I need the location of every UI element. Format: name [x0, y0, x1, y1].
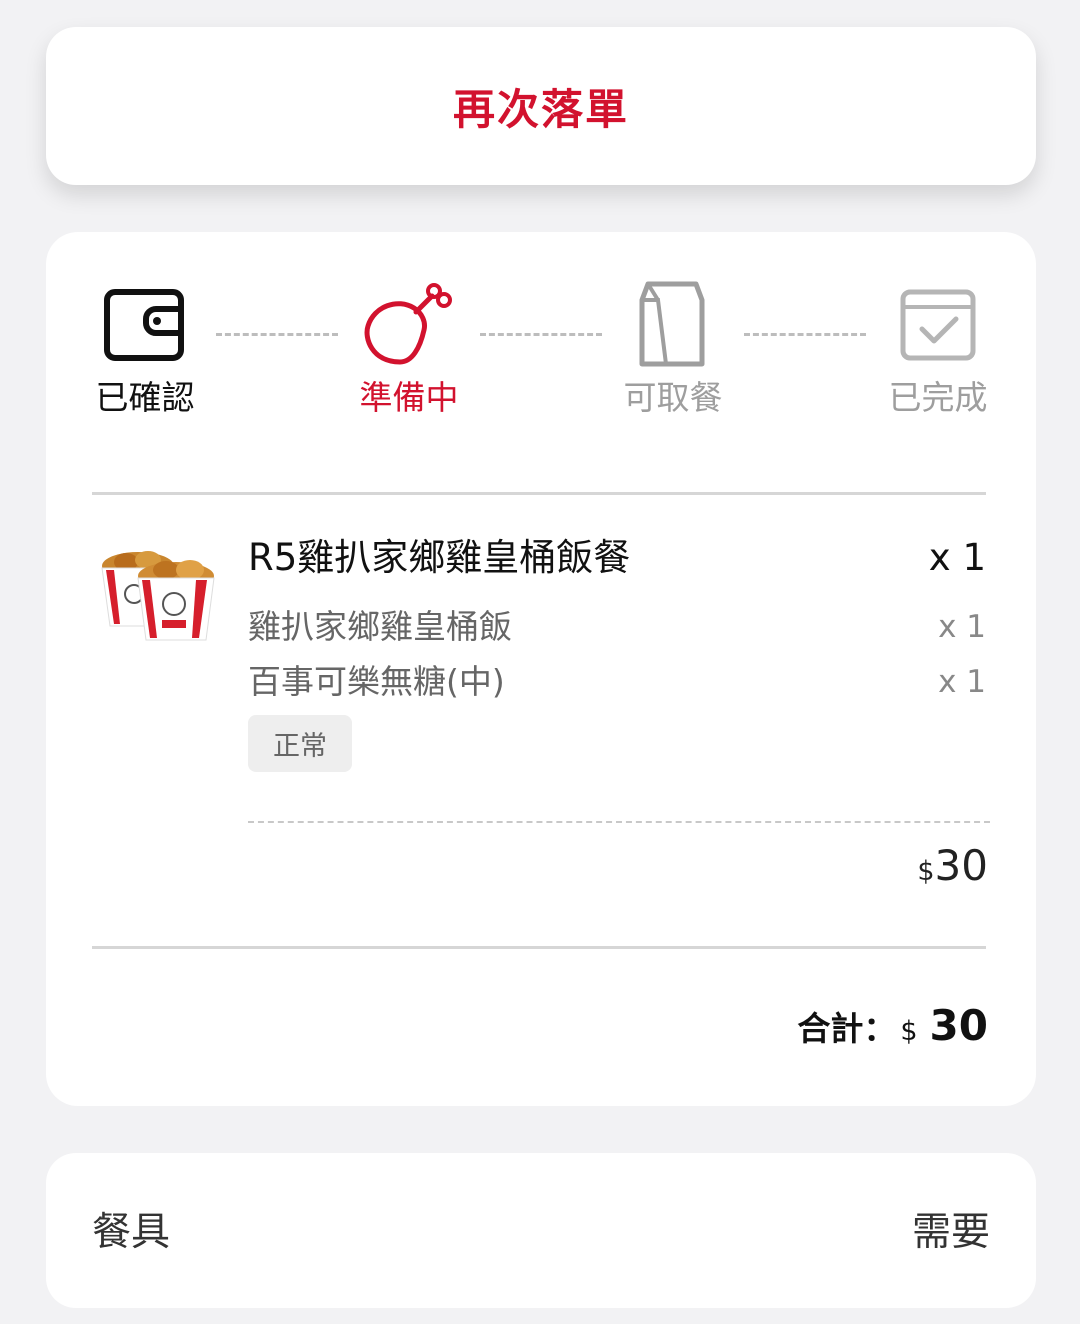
food-bag-icon	[639, 281, 705, 367]
chicken-drumstick-icon	[364, 283, 452, 365]
wallet-icon	[104, 289, 184, 361]
step-label-ready: 可取餐	[623, 378, 723, 417]
order-details-card	[46, 232, 1036, 1106]
reorder-button-label: 再次落單	[452, 84, 629, 134]
step-label-confirmed: 已確認	[95, 378, 195, 417]
order-total: 合計： $ 30	[797, 1000, 988, 1058]
utensils-value: 需要	[911, 1210, 990, 1255]
option-tag: 正常	[248, 715, 352, 772]
utensils-label: 餐具	[92, 1210, 171, 1255]
utensils-row[interactable]: 餐具 需要	[46, 1153, 1036, 1308]
sub-item-name: 雞扒家鄉雞皇桶飯	[248, 607, 512, 646]
item-price-value: 30	[934, 841, 988, 890]
total-currency: $	[900, 1016, 918, 1047]
sub-item-name: 百事可樂無糖(中)	[248, 662, 505, 701]
total-label: 合計：	[797, 1009, 897, 1048]
dashed-divider	[248, 821, 990, 823]
sub-item-quantity: x 1	[938, 609, 986, 645]
item-name: R5雞扒家鄉雞皇桶飯餐	[248, 536, 631, 579]
reorder-button[interactable]: 再次落單	[46, 27, 1036, 185]
step-label-completed: 已完成	[888, 378, 988, 417]
divider	[92, 946, 986, 949]
divider	[92, 492, 986, 495]
step-connector	[480, 333, 602, 336]
step-connector	[216, 333, 338, 336]
sub-item-quantity: x 1	[938, 664, 986, 700]
chicken-bucket-image	[101, 551, 215, 641]
item-price: $30	[917, 840, 988, 901]
total-value: 30	[929, 1001, 988, 1050]
item-price-currency: $	[917, 856, 935, 887]
step-label-preparing: 準備中	[359, 378, 459, 417]
step-connector	[744, 333, 866, 336]
item-quantity: x 1	[928, 536, 986, 579]
calendar-check-icon	[900, 289, 976, 361]
